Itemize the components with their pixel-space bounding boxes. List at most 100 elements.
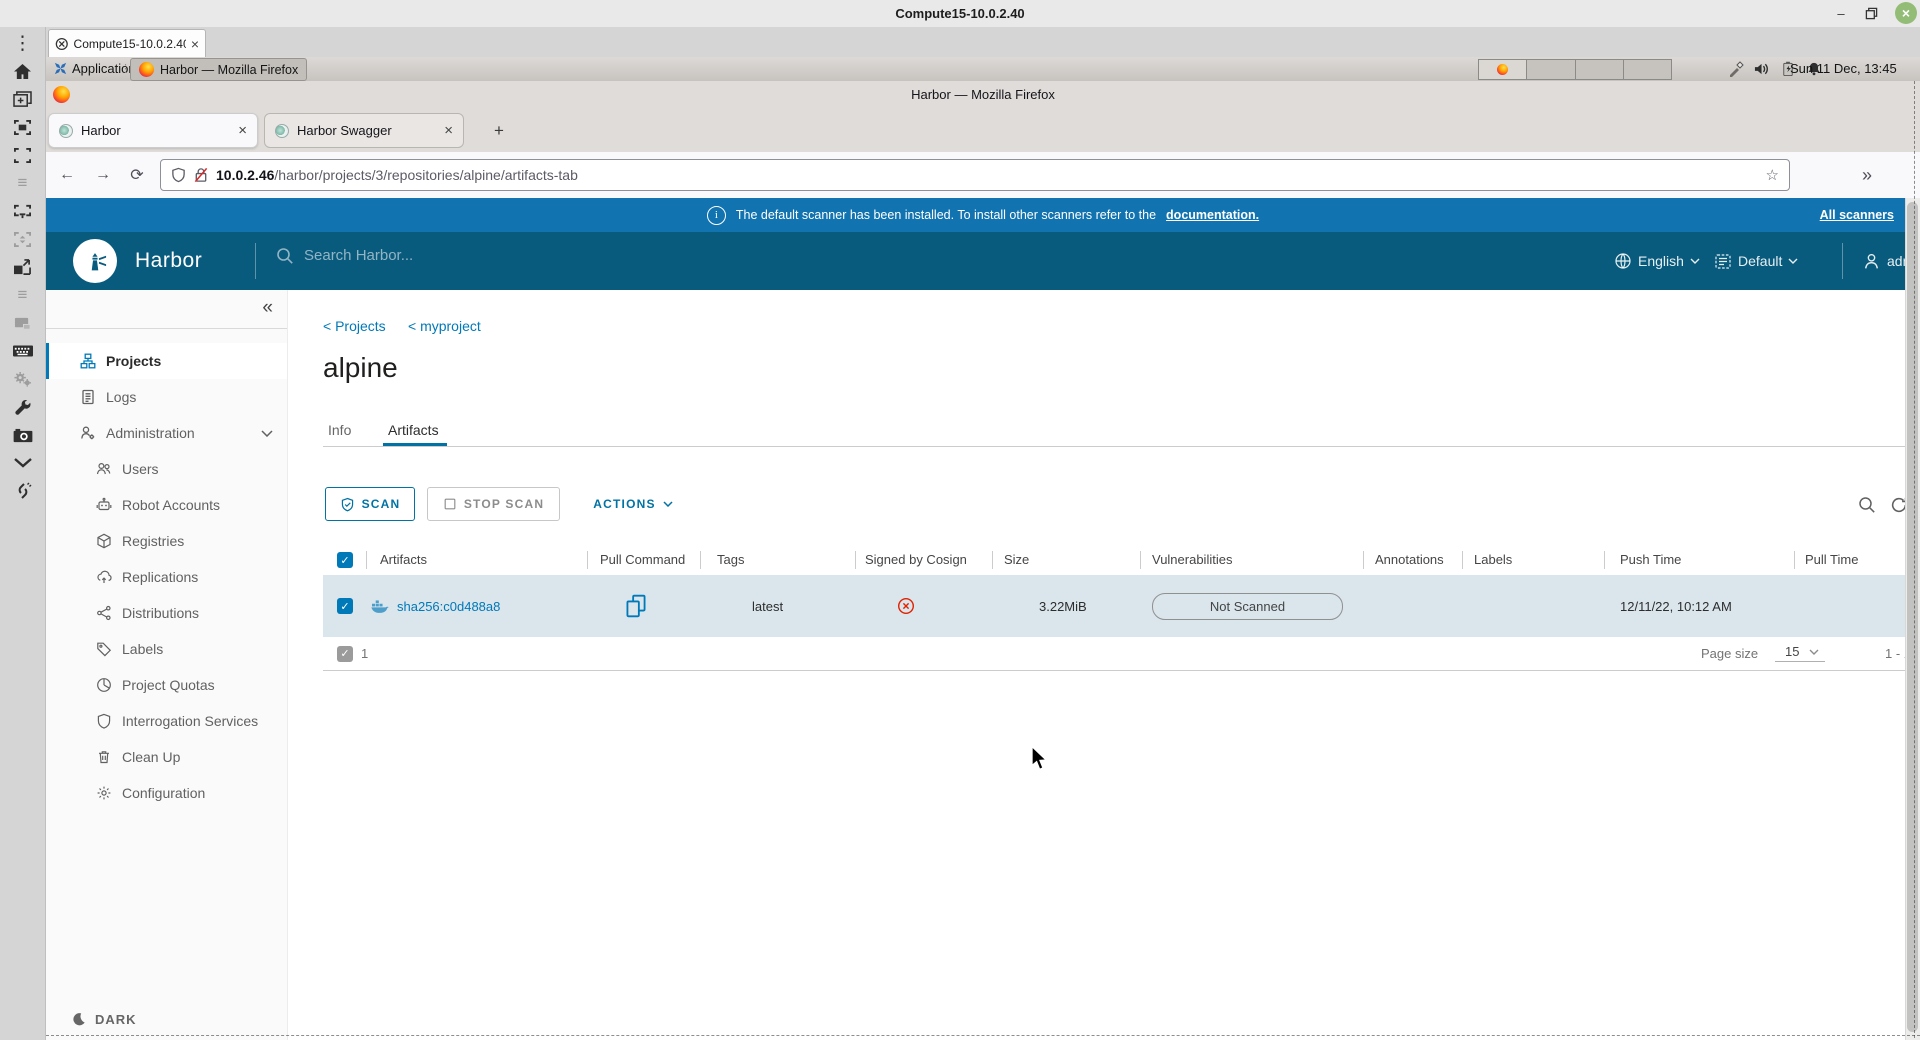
tab-artifacts[interactable]: Artifacts (388, 422, 439, 438)
documentation-link[interactable]: documentation. (1166, 208, 1259, 222)
header-search[interactable] (276, 246, 606, 265)
dynamic-resolution-icon[interactable] (8, 229, 38, 249)
tools-wrench-icon[interactable] (8, 397, 38, 417)
banner-message: The default scanner has been installed. … (735, 208, 1157, 222)
sidebar-item-robot-accounts[interactable]: Robot Accounts (46, 487, 287, 523)
selected-indicator-checkbox: ✓ (337, 645, 353, 662)
back-icon[interactable]: ← (54, 162, 80, 188)
panel-clock[interactable]: Sun 11 Dec, 13:45 (1790, 57, 1897, 81)
scrollbar-thumb[interactable] (1907, 202, 1918, 1032)
share-nodes-icon (97, 605, 111, 621)
tab-close-icon[interactable]: × (444, 123, 453, 138)
theme-selector[interactable]: Default (1714, 232, 1798, 290)
sidebar-item-users[interactable]: Users (46, 451, 287, 487)
breadcrumb-projects[interactable]: < Projects (323, 318, 386, 334)
users-icon (96, 462, 111, 475)
workspace-1[interactable] (1479, 60, 1528, 79)
column-header[interactable]: Pull Command (600, 545, 685, 575)
column-header[interactable]: Labels (1474, 545, 1512, 575)
new-tab-button[interactable]: + (488, 120, 510, 142)
screenshot-window-icon[interactable] (8, 313, 38, 333)
all-scanners-link[interactable]: All scanners (1820, 198, 1894, 232)
insecure-lock-icon[interactable] (194, 167, 208, 183)
select-all-checkbox[interactable]: ✓ (337, 545, 353, 575)
stop-scan-button[interactable]: STOP SCAN (427, 487, 560, 521)
url-bar[interactable]: 10.0.2.46/harbor/projects/3/repositories… (160, 159, 1790, 191)
sidebar-item-project-quotas[interactable]: Project Quotas (46, 667, 287, 703)
actions-dropdown-button[interactable]: ACTIONS (588, 487, 678, 521)
keyboard-icon[interactable] (8, 341, 38, 361)
page-size-select[interactable]: 15 (1775, 644, 1826, 662)
grab-handle-icon[interactable]: ≡ (8, 285, 38, 305)
column-header[interactable]: Push Time (1620, 545, 1681, 575)
forward-icon[interactable]: → (90, 162, 116, 188)
datagrid-search-icon[interactable] (1856, 494, 1878, 516)
bookmark-star-icon[interactable]: ☆ (1766, 166, 1779, 184)
kebab-menu-icon[interactable]: ⋮ (8, 33, 38, 54)
preferences-gears-icon[interactable] (8, 369, 38, 389)
language-selector[interactable]: English (1614, 232, 1700, 290)
tab-close-icon[interactable]: × (238, 123, 247, 138)
workspace-switcher[interactable] (1478, 59, 1672, 80)
taskbar-window-button[interactable]: Harbor — Mozilla Firefox (130, 58, 308, 81)
sidebar-item-administration[interactable]: Administration (46, 415, 287, 451)
column-header[interactable]: Artifacts (380, 545, 427, 575)
collapse-chevron-icon[interactable] (8, 453, 38, 473)
window-close-button[interactable]: × (1895, 2, 1917, 24)
shield-permissions-icon[interactable] (171, 167, 186, 183)
home-icon[interactable] (8, 61, 38, 81)
sidebar-item-label: Project Quotas (122, 677, 215, 693)
column-header[interactable]: Size (1004, 545, 1029, 575)
tray-volume-icon[interactable] (1752, 59, 1772, 79)
column-header[interactable]: Annotations (1375, 545, 1444, 575)
tab-info[interactable]: Info (328, 422, 351, 438)
toolbar-overflow-icon[interactable]: » (1854, 162, 1880, 188)
scaled-mode-icon[interactable] (8, 117, 38, 137)
scan-button[interactable]: SCAN (325, 487, 415, 521)
pull-command-cell[interactable] (625, 575, 647, 637)
sidebar-item-registries[interactable]: Registries (46, 523, 287, 559)
workspace-3[interactable] (1575, 60, 1624, 79)
breadcrumb-myproject[interactable]: < myproject (408, 318, 481, 334)
column-header[interactable]: Vulnerabilities (1152, 545, 1232, 575)
tab-close-icon[interactable]: × (191, 37, 199, 51)
sidebar-item-projects[interactable]: Projects (46, 343, 287, 379)
fullscreen-icon[interactable] (8, 145, 38, 165)
column-header[interactable]: Pull Time (1805, 545, 1858, 575)
sidebar-item-labels[interactable]: Labels (46, 631, 287, 667)
window-minimize-button[interactable]: – (1832, 0, 1850, 27)
dark-theme-toggle[interactable]: DARK (46, 1004, 287, 1034)
grab-handle-icon[interactable]: ≡ (8, 173, 38, 193)
row-checkbox[interactable]: ✓ (337, 575, 353, 637)
resize-window-icon[interactable] (8, 257, 38, 277)
sidebar-item-configuration[interactable]: Configuration (46, 775, 287, 811)
sidebar-item-logs[interactable]: Logs (46, 379, 287, 415)
reload-icon[interactable]: ⟳ (124, 162, 150, 188)
harbor-favicon (275, 123, 289, 138)
brand-name[interactable]: Harbor (135, 232, 202, 290)
sidebar-item-interrogation-services[interactable]: Interrogation Services (46, 703, 287, 739)
browser-tab-harbor-swagger[interactable]: Harbor Swagger × (264, 113, 464, 148)
remote-connection-tab[interactable]: Compute15-10.0.2.40 × (48, 29, 206, 57)
sidebar-item-replications[interactable]: Replications (46, 559, 287, 595)
copy-icon[interactable] (625, 594, 647, 618)
column-header[interactable]: Signed by Cosign (865, 545, 967, 575)
tray-tool-icon[interactable] (1726, 59, 1746, 79)
workspace-4[interactable] (1623, 60, 1671, 79)
sidebar-item-label: Projects (106, 353, 162, 369)
search-input[interactable] (302, 246, 606, 265)
workspace-2[interactable] (1527, 60, 1576, 79)
sidebar-item-distributions[interactable]: Distributions (46, 595, 287, 631)
harbor-logo[interactable] (73, 239, 117, 283)
collapse-sidebar-icon[interactable]: « (262, 297, 273, 319)
artifact-digest-link[interactable]: sha256:c0d488a8 (397, 599, 500, 614)
disconnect-icon[interactable] (8, 481, 38, 501)
window-restore-button[interactable] (1862, 0, 1880, 27)
column-header[interactable]: Tags (717, 545, 744, 575)
multi-monitor-icon[interactable] (8, 201, 38, 221)
artifact-table-row[interactable]: ✓ sha256:c0d488a8 latest 3.22MiB Not Sca… (323, 575, 1920, 638)
new-connection-icon[interactable] (8, 89, 38, 109)
browser-tab-harbor[interactable]: Harbor × (48, 113, 258, 148)
camera-icon[interactable] (8, 425, 38, 445)
sidebar-item-clean-up[interactable]: Clean Up (46, 739, 287, 775)
